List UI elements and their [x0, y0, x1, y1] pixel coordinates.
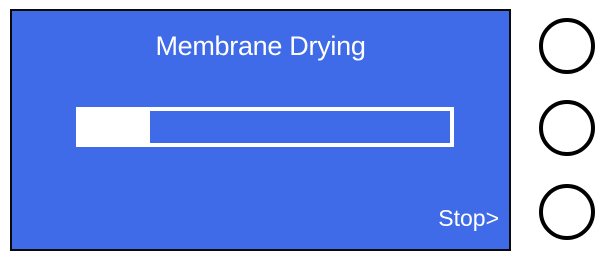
- middle-softkey-button[interactable]: [539, 100, 595, 156]
- stop-softkey-label: Stop>: [438, 205, 499, 231]
- progress-bar-fill: [80, 111, 151, 143]
- display-screen: Membrane Drying Stop>: [10, 9, 511, 251]
- screen-title: Membrane Drying: [155, 31, 366, 61]
- top-softkey-button[interactable]: [539, 18, 595, 74]
- progress-bar: [76, 107, 454, 147]
- stop-softkey-button[interactable]: [539, 184, 595, 240]
